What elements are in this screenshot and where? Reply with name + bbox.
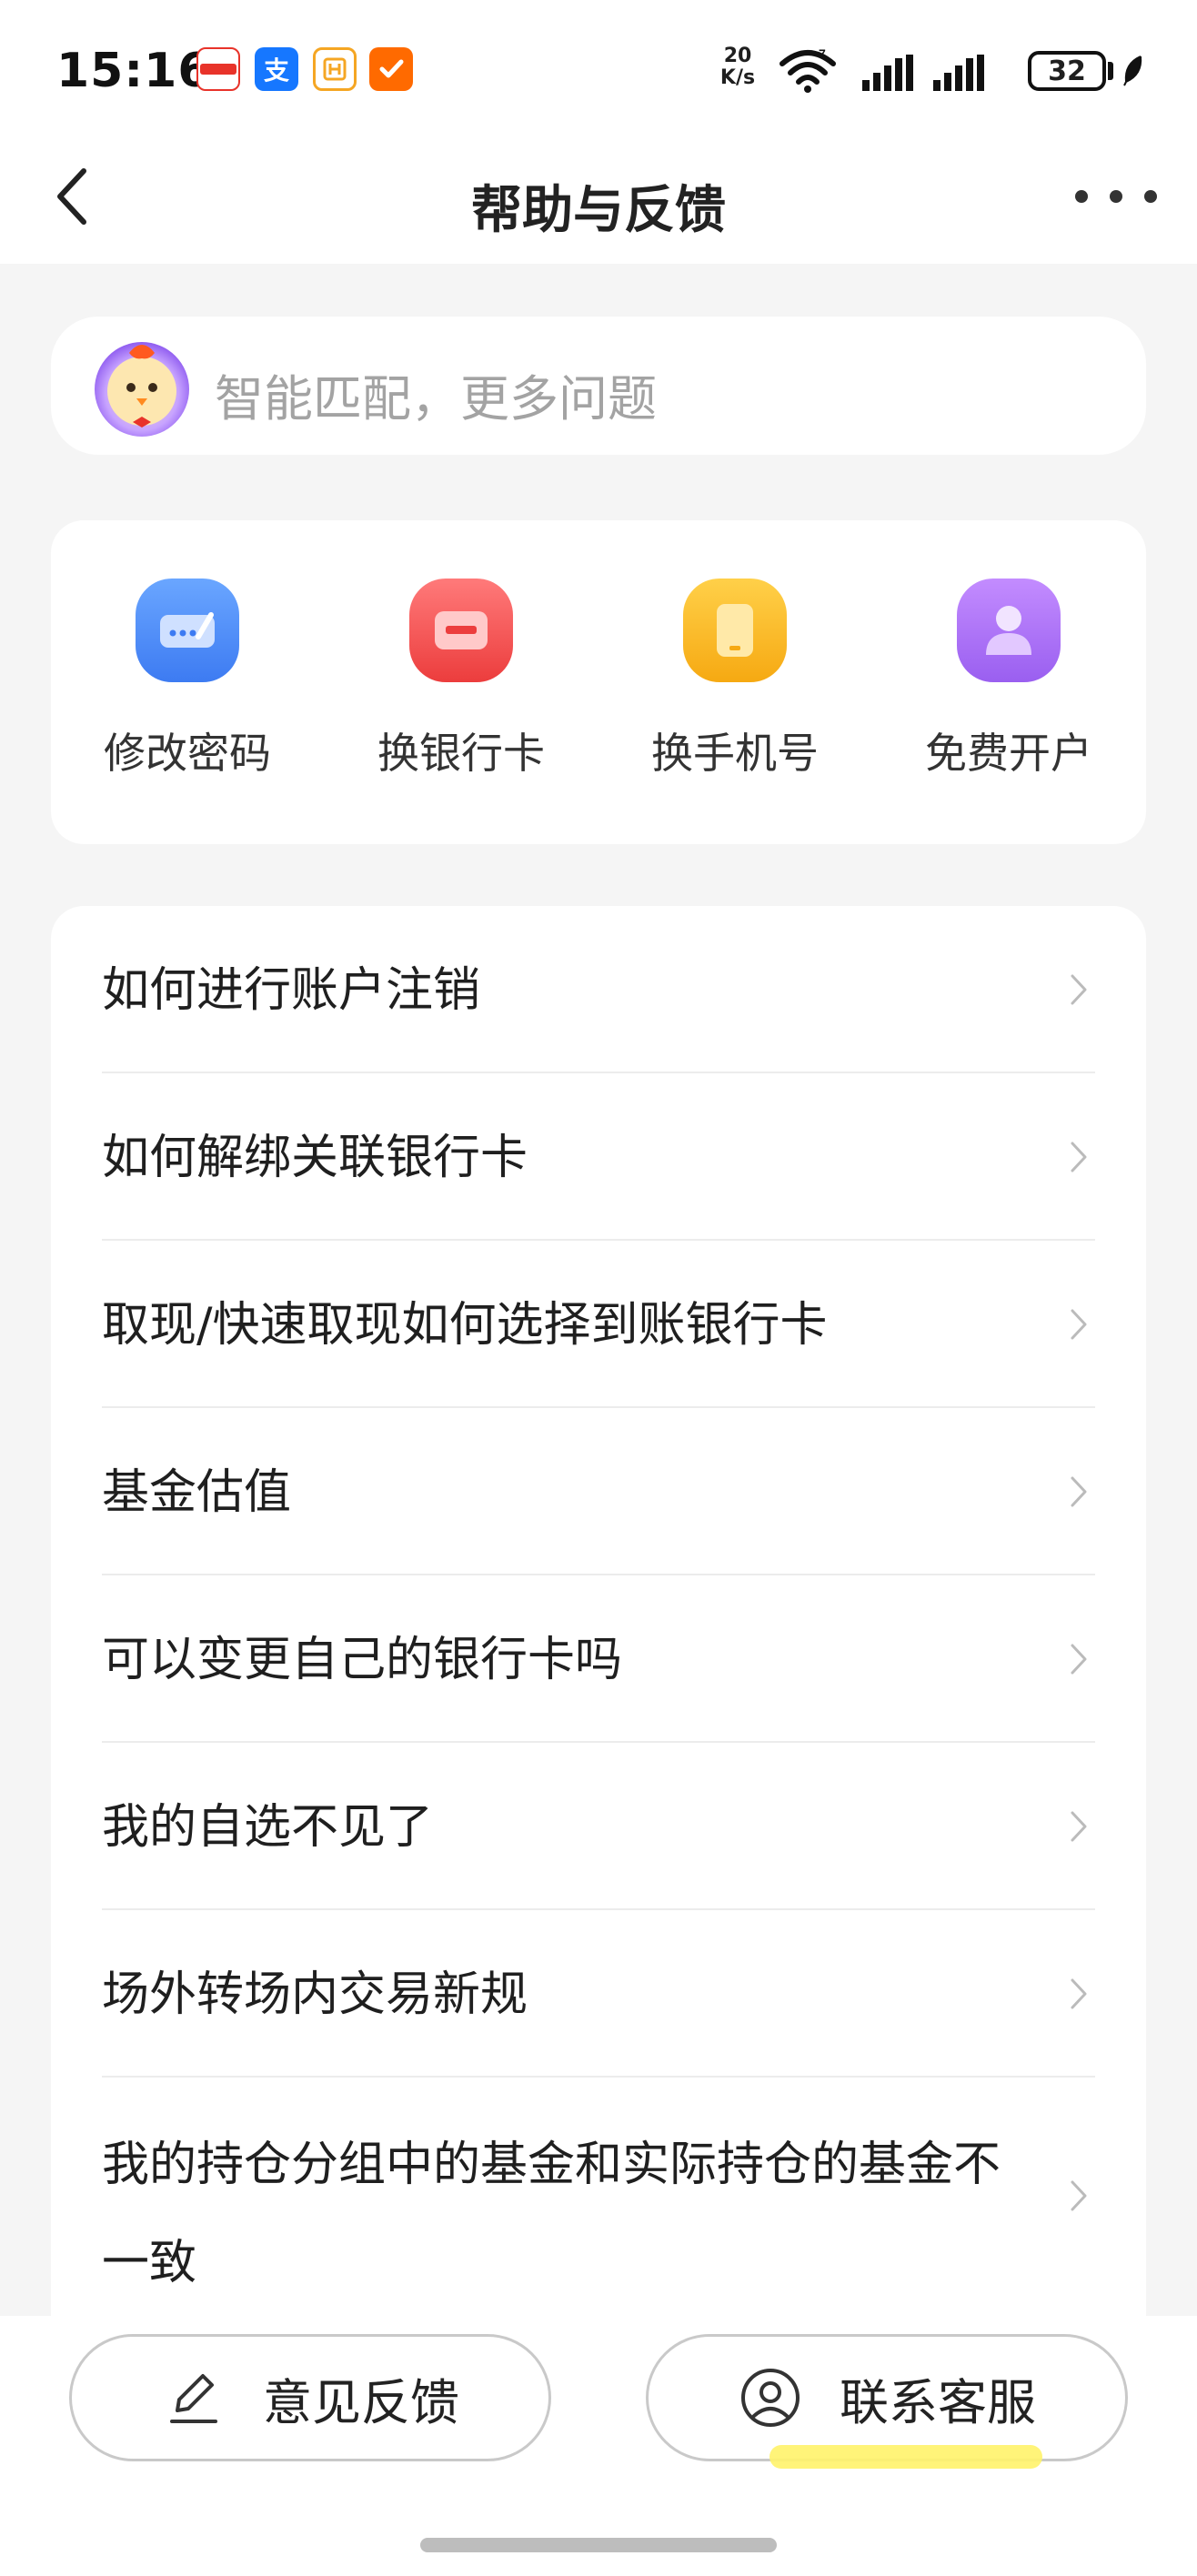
battery-tip: [1108, 62, 1113, 80]
alipay-app-icon: 支: [255, 47, 298, 91]
contact-service-button[interactable]: 联系客服: [646, 2334, 1128, 2461]
password-edit-icon: [136, 579, 239, 682]
feedback-button-label: 意见反馈: [263, 2373, 459, 2431]
chevron-right-icon: [1071, 1309, 1087, 1340]
smart-search-input[interactable]: 智能匹配，更多问题: [51, 317, 1146, 455]
chevron-right-icon: [1071, 1476, 1087, 1507]
quick-action-change-bank-card[interactable]: 换银行卡: [325, 579, 598, 797]
navigation-bar: 帮助与反馈: [0, 136, 1197, 264]
network-speed-unit: K/s: [719, 66, 756, 89]
faq-item[interactable]: 如何进行账户注销: [102, 906, 1095, 1073]
chevron-right-icon: [1071, 1644, 1087, 1675]
more-dot-icon: [1110, 190, 1122, 203]
faq-question: 如何解绑关联银行卡: [102, 1131, 528, 1185]
feedback-button[interactable]: 意见反馈: [69, 2334, 551, 2461]
highlight-underline: [770, 2445, 1042, 2469]
help-feedback-page: 15:16 支 20 K/s 7 32 帮助与反馈 智能匹配，更多问题 修改密码…: [0, 0, 1197, 2576]
task-check-app-icon: [369, 47, 413, 91]
chevron-right-icon: [1071, 1978, 1087, 2009]
quick-actions-card: 修改密码 换银行卡 换手机号 免费开户: [51, 520, 1146, 844]
pencil-edit-icon: [170, 2374, 217, 2423]
contact-service-button-label: 联系客服: [840, 2373, 1036, 2431]
user-account-icon: [957, 579, 1061, 682]
page-title: 帮助与反馈: [471, 181, 726, 240]
svg-text:7: 7: [819, 47, 826, 61]
more-dot-icon: [1144, 190, 1157, 203]
quick-action-label: 换银行卡: [377, 729, 545, 778]
faq-list: 如何进行账户注销 如何解绑关联银行卡 取现/快速取现如何选择到账银行卡 基金估值…: [51, 906, 1146, 2361]
chevron-right-icon: [1071, 1811, 1087, 1842]
chevron-right-icon: [1071, 974, 1087, 1005]
faq-question: 我的持仓分组中的基金和实际持仓的基金不一致: [102, 2138, 1001, 2290]
quick-action-change-password[interactable]: 修改密码: [51, 579, 324, 797]
faq-item[interactable]: 如何解绑关联银行卡: [102, 1073, 1095, 1241]
faq-item[interactable]: 场外转场内交易新规: [102, 1910, 1095, 2078]
faq-question: 可以变更自己的银行卡吗: [102, 1633, 623, 1687]
chevron-right-icon: [1071, 1142, 1087, 1172]
more-dot-icon: [1075, 190, 1088, 203]
status-bar: 15:16 支 20 K/s 7 32: [0, 0, 1197, 136]
faq-item[interactable]: 可以变更自己的银行卡吗: [102, 1575, 1095, 1743]
faq-question: 如何进行账户注销: [102, 963, 481, 1018]
faq-question: 我的自选不见了: [102, 1800, 434, 1855]
faq-question: 取现/快速取现如何选择到账银行卡: [102, 1298, 828, 1353]
home-indicator[interactable]: [420, 2538, 777, 2552]
bank-card-icon: [409, 579, 513, 682]
faq-question: 基金估值: [102, 1465, 292, 1520]
status-indicators: 20 K/s 7 32: [637, 42, 1146, 96]
faq-item[interactable]: 取现/快速取现如何选择到账银行卡: [102, 1241, 1095, 1408]
status-time: 15:16: [56, 44, 212, 98]
assistant-mascot-icon: [95, 342, 189, 437]
customer-service-icon: [741, 2369, 800, 2427]
more-options-button[interactable]: [1075, 176, 1157, 216]
quick-action-label: 修改密码: [104, 729, 271, 778]
quick-action-open-account[interactable]: 免费开户: [872, 579, 1145, 797]
battery-indicator: 32: [1028, 51, 1106, 91]
faq-item[interactable]: 我的持仓分组中的基金和实际持仓的基金不一致: [102, 2078, 1095, 2316]
quick-action-change-phone[interactable]: 换手机号: [598, 579, 871, 797]
network-speed: 20 K/s: [715, 45, 760, 89]
app-h-icon: [313, 47, 357, 91]
phone-icon: [683, 579, 787, 682]
leaf-icon: [1123, 55, 1142, 86]
wifi-icon: 7: [780, 47, 836, 93]
quick-action-label: 换手机号: [651, 729, 819, 778]
chevron-right-icon: [1071, 2180, 1087, 2211]
faq-item[interactable]: 基金估值: [102, 1408, 1095, 1575]
news-app-icon: [196, 47, 240, 91]
network-speed-value: 20: [723, 45, 752, 67]
signal-icon-1: [862, 55, 913, 91]
faq-question: 场外转场内交易新规: [102, 1967, 528, 2022]
faq-item[interactable]: 我的自选不见了: [102, 1743, 1095, 1910]
signal-icon-2: [933, 55, 984, 91]
search-placeholder: 智能匹配，更多问题: [215, 370, 657, 428]
quick-action-label: 免费开户: [925, 729, 1092, 778]
